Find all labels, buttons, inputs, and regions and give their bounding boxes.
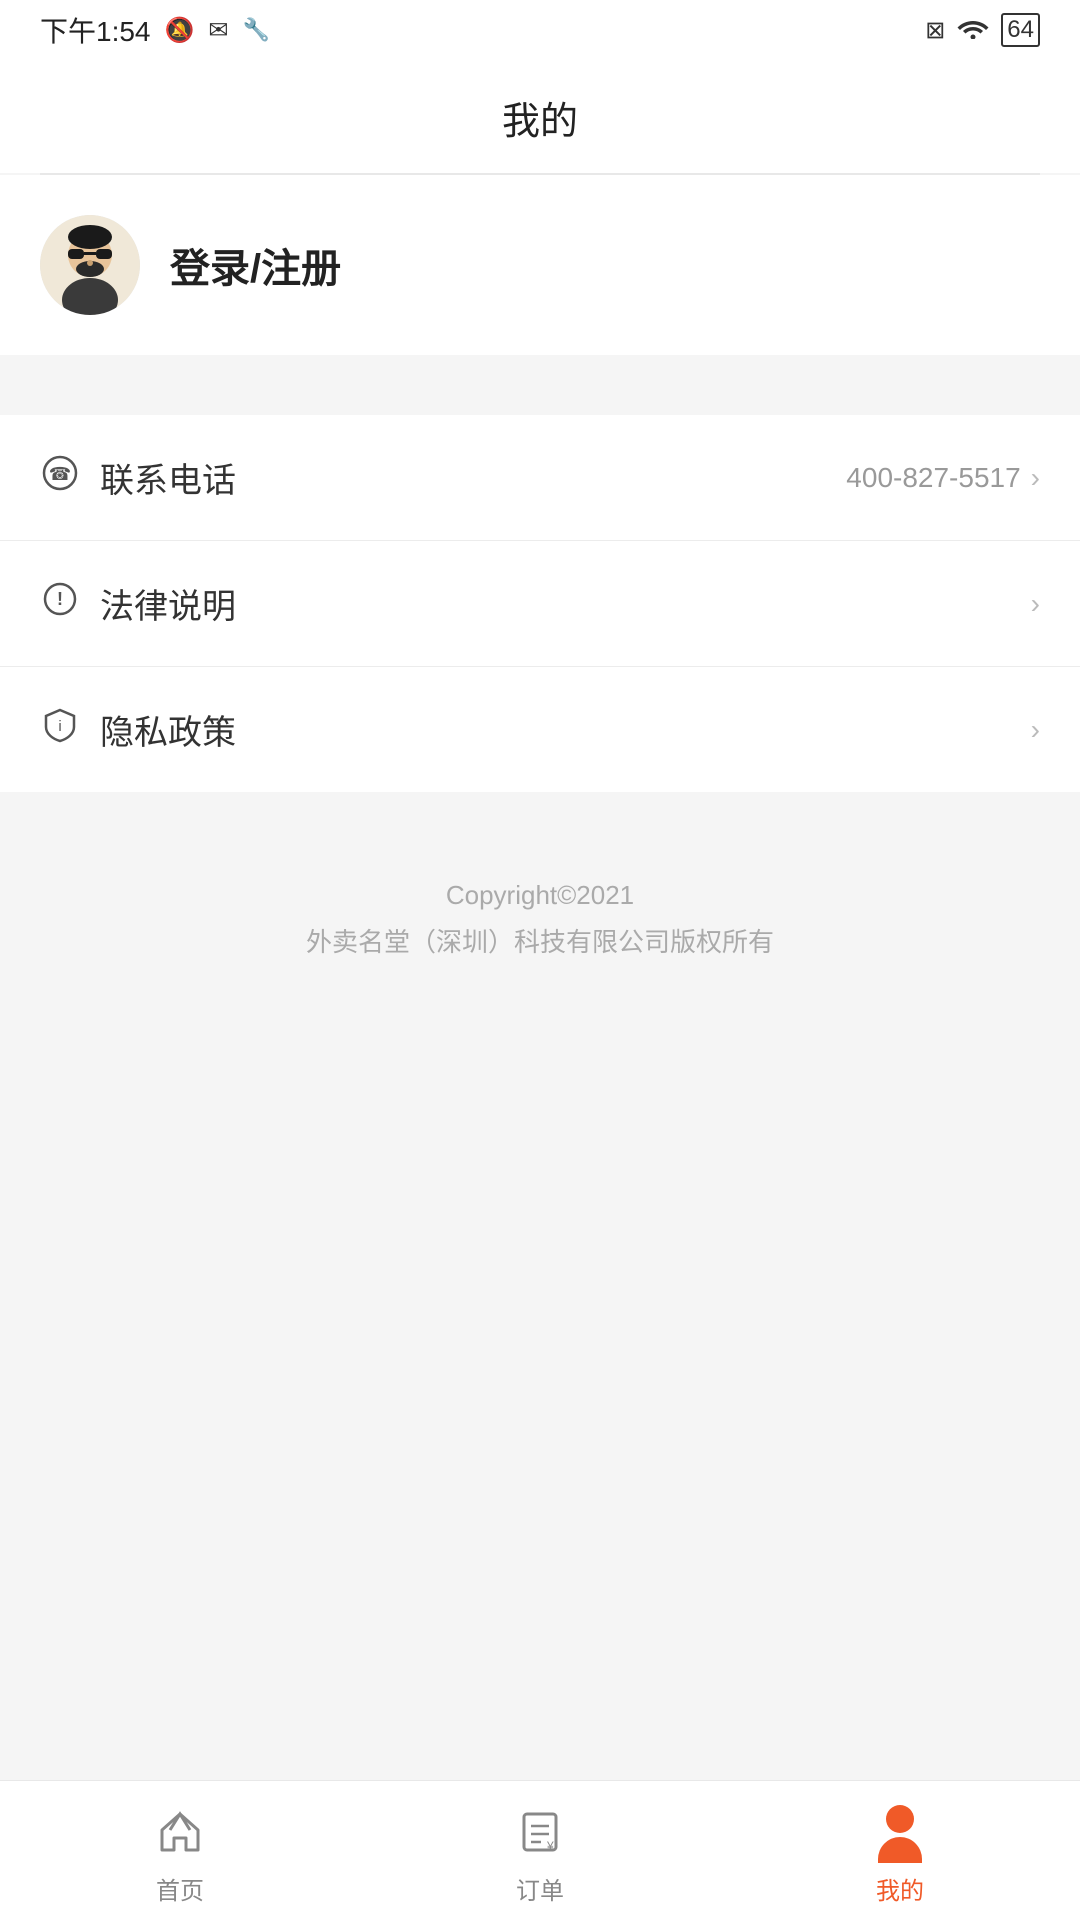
privacy-label: 隐私政策 <box>100 705 236 754</box>
menu-right-privacy: › <box>1031 714 1040 746</box>
nav-item-mine[interactable]: 我的 <box>720 1795 1080 1906</box>
phone-icon: ☎ <box>40 455 80 500</box>
menu-left-privacy: i 隐私政策 <box>40 705 236 754</box>
close-icon: ⊠ <box>925 16 945 45</box>
spacer <box>0 355 1080 385</box>
nav-item-home[interactable]: 首页 <box>0 1796 360 1906</box>
page-title: 我的 <box>502 101 578 143</box>
copyright-line2: 外卖名堂（深圳）科技有限公司版权所有 <box>20 919 1060 966</box>
menu-item-privacy[interactable]: i 隐私政策 › <box>0 667 1080 792</box>
chevron-right-icon-privacy: › <box>1031 714 1040 746</box>
contact-value: 400-827-5517 <box>846 462 1020 494</box>
svg-text:¥: ¥ <box>546 1839 554 1853</box>
nav-home-label: 首页 <box>156 1871 204 1906</box>
svg-text:☎: ☎ <box>49 464 71 484</box>
menu-section: ☎ 联系电话 400-827-5517 › ! 法律说明 › <box>0 415 1080 792</box>
menu-right-contact: 400-827-5517 › <box>846 462 1040 494</box>
status-time: 下午1:54 <box>40 10 151 50</box>
wifi-icon <box>957 15 989 46</box>
person-icon <box>878 1805 922 1863</box>
tool-icon: 🔧 <box>243 17 270 43</box>
copyright-section: Copyright©2021 外卖名堂（深圳）科技有限公司版权所有 <box>0 852 1080 986</box>
status-right: ⊠ 64 <box>925 13 1040 47</box>
mute-icon: 🔕 <box>165 16 195 45</box>
chevron-right-icon-legal: › <box>1031 588 1040 620</box>
copyright-line1: Copyright©2021 <box>20 872 1060 919</box>
menu-item-legal[interactable]: ! 法律说明 › <box>0 541 1080 667</box>
legal-label: 法律说明 <box>100 579 236 628</box>
page-header: 我的 <box>0 60 1080 173</box>
svg-text:i: i <box>58 718 61 735</box>
nav-mine-label: 我的 <box>876 1871 924 1906</box>
mail-icon: ✉ <box>208 16 228 45</box>
home-icon <box>154 1806 206 1863</box>
chevron-right-icon: › <box>1031 462 1040 494</box>
nav-item-order[interactable]: ¥ 订单 <box>360 1796 720 1906</box>
avatar <box>40 215 140 315</box>
menu-left-contact: ☎ 联系电话 <box>40 453 236 502</box>
status-left: 下午1:54 🔕 ✉ 🔧 <box>40 10 270 50</box>
menu-left-legal: ! 法律说明 <box>40 579 236 628</box>
shield-icon: i <box>40 707 80 752</box>
battery-icon: 64 <box>1001 13 1040 47</box>
menu-right-legal: › <box>1031 588 1040 620</box>
contact-label: 联系电话 <box>100 453 236 502</box>
bottom-nav: 首页 ¥ 订单 我的 <box>0 1780 1080 1920</box>
info-icon: ! <box>40 581 80 626</box>
menu-item-contact[interactable]: ☎ 联系电话 400-827-5517 › <box>0 415 1080 541</box>
svg-text:!: ! <box>57 589 63 609</box>
nav-order-label: 订单 <box>516 1871 564 1906</box>
profile-section[interactable]: 登录/注册 <box>0 175 1080 355</box>
login-register-label[interactable]: 登录/注册 <box>170 236 341 294</box>
order-icon: ¥ <box>514 1806 566 1863</box>
status-bar: 下午1:54 🔕 ✉ 🔧 ⊠ 64 <box>0 0 1080 60</box>
